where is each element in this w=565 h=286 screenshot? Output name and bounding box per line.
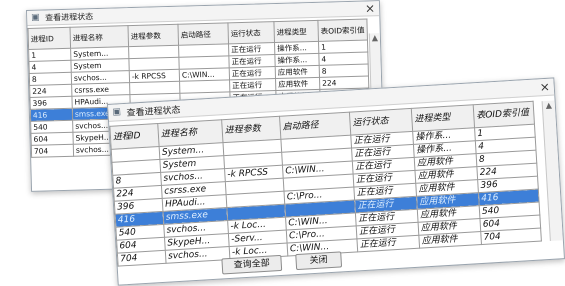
scroll-up-icon[interactable]: ▲ xyxy=(543,100,556,110)
table-cell: 704 xyxy=(117,250,167,267)
window-icon: ▣ xyxy=(112,107,122,118)
column-header[interactable]: 运行状态 xyxy=(227,21,275,44)
column-header[interactable]: 启动路径 xyxy=(177,22,229,46)
column-header[interactable]: 进程ID xyxy=(109,123,160,150)
vertical-scrollbar[interactable]: ▲ xyxy=(541,100,563,241)
scroll-up-icon[interactable]: ▲ xyxy=(370,33,380,42)
process-table: 进程ID 进程名称 进程参数 启动路径 运行状态 进程类型 表OID索引值 System..… xyxy=(109,101,542,267)
column-header[interactable]: 进程名称 xyxy=(69,25,129,49)
column-header[interactable]: 表OID索引值 xyxy=(317,18,368,42)
window-icon: ▣ xyxy=(31,12,40,23)
query-all-button[interactable]: 查询全部 xyxy=(221,254,283,275)
column-header[interactable]: 进程参数 xyxy=(127,24,179,47)
column-header[interactable]: 进程类型 xyxy=(273,20,319,43)
table-cell: 704 xyxy=(480,228,542,245)
close-button[interactable]: 关闭 xyxy=(295,251,343,271)
column-header[interactable]: 进程ID xyxy=(28,27,71,50)
close-icon[interactable]: × xyxy=(539,80,550,95)
process-status-window-front: ▣ 查看进程状态 × 进程ID 进程名称 进程参数 启动路径 运行状态 进程类型 表OID索… xyxy=(107,77,565,286)
table-cell: 704 xyxy=(31,144,74,158)
close-icon[interactable]: × xyxy=(365,1,375,15)
